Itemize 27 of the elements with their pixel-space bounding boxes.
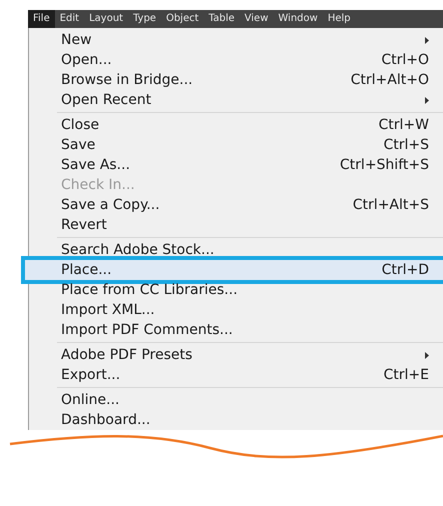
menu-bar-item[interactable]: Window bbox=[273, 10, 323, 28]
menu-bar-item[interactable]: Type bbox=[128, 10, 162, 28]
menu-bar-item[interactable]: File bbox=[28, 10, 55, 28]
menu-item[interactable]: Import XML... bbox=[57, 300, 443, 320]
menu-item[interactable]: Online... bbox=[57, 390, 443, 410]
menu-item[interactable]: Save Ctrl+S bbox=[57, 135, 443, 155]
menu-item[interactable]: Save As... Ctrl+Shift+S bbox=[57, 155, 443, 175]
menu-bar-item[interactable]: View bbox=[240, 10, 274, 28]
menu-item[interactable]: Export... Ctrl+E bbox=[57, 365, 443, 385]
menu-item[interactable]: Open Recent bbox=[57, 90, 443, 110]
menu-item[interactable]: Import PDF Comments... bbox=[57, 320, 443, 340]
menu-item[interactable]: Revert bbox=[57, 215, 443, 235]
menu-bar-item[interactable]: Object bbox=[161, 10, 204, 28]
menu-item[interactable]: Close Ctrl+W bbox=[57, 115, 443, 135]
menu-item[interactable]: Save a Copy... Ctrl+Alt+S bbox=[57, 195, 443, 215]
menu-item[interactable]: Adobe PDF Presets bbox=[57, 345, 443, 365]
menu-item[interactable]: Place from CC Libraries... bbox=[57, 280, 443, 300]
menu-item[interactable]: Open... Ctrl+O bbox=[57, 50, 443, 70]
menu-bar-item[interactable]: Table bbox=[204, 10, 240, 28]
menu-item[interactable]: Search Adobe Stock... bbox=[57, 240, 443, 260]
menu-item[interactable]: Dashboard... bbox=[57, 410, 443, 430]
menu-bar-item[interactable]: Layout bbox=[84, 10, 128, 28]
menu-item[interactable]: Place... Ctrl+D bbox=[25, 260, 443, 280]
menu-bar-item[interactable]: Edit bbox=[54, 10, 84, 28]
menu-bar-item[interactable]: Help bbox=[322, 10, 356, 28]
menu-item[interactable]: Browse in Bridge... Ctrl+Alt+O bbox=[57, 70, 443, 90]
menu-item[interactable]: New bbox=[57, 30, 443, 50]
